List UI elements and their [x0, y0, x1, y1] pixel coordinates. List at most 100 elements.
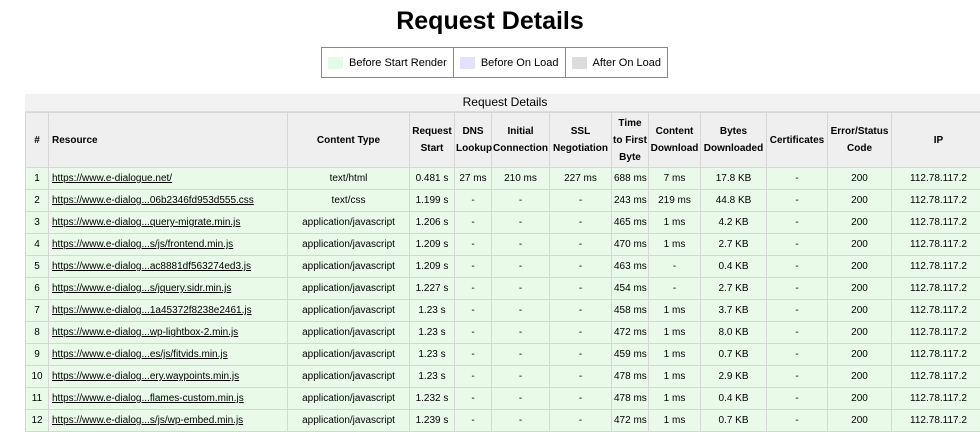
cell-resource: https://www.e-dialog...flames-custom.min…	[49, 388, 288, 410]
cell-content-type: text/html	[288, 168, 410, 190]
legend-label: Before Start Render	[349, 57, 447, 69]
cell-request-start: 1.23 s	[410, 300, 455, 322]
cell-ssl-negotiation: -	[550, 344, 612, 366]
table-row: 1https://www.e-dialogue.net/text/html0.4…	[26, 168, 980, 190]
cell-content-type: application/javascript	[288, 234, 410, 256]
resource-link[interactable]: https://www.e-dialog...06b2346fd953d555.…	[52, 195, 254, 206]
cell-certificates: -	[767, 300, 828, 322]
resource-link[interactable]: https://www.e-dialog...es/js/fitvids.min…	[52, 349, 228, 360]
cell-request-start: 1.239 s	[410, 410, 455, 432]
resource-link[interactable]: https://www.e-dialog...ery.waypoints.min…	[52, 371, 239, 382]
cell-content-type: application/javascript	[288, 388, 410, 410]
column-header-request-start: Request Start	[410, 113, 455, 168]
cell-ssl-negotiation: -	[550, 300, 612, 322]
cell-content-type: application/javascript	[288, 322, 410, 344]
cell-ssl-negotiation: -	[550, 190, 612, 212]
cell-content-type: application/javascript	[288, 410, 410, 432]
cell-content-download: -	[649, 256, 701, 278]
cell-ip: 112.78.117.2	[892, 256, 980, 278]
cell-ssl-negotiation: -	[550, 388, 612, 410]
cell-ip: 112.78.117.2	[892, 234, 980, 256]
cell-content-download: 1 ms	[649, 300, 701, 322]
cell-dns-lookup: -	[455, 234, 492, 256]
resource-link[interactable]: https://www.e-dialog...1a45372f8238e2461…	[52, 305, 252, 316]
cell-ip: 112.78.117.2	[892, 212, 980, 234]
table-row: 7https://www.e-dialog...1a45372f8238e246…	[26, 300, 980, 322]
column-header-bytes-downloaded: Bytes Downloaded	[701, 113, 767, 168]
cell-status-code: 200	[828, 388, 892, 410]
cell-request-start: 1.199 s	[410, 190, 455, 212]
cell-ip: 112.78.117.2	[892, 322, 980, 344]
cell-status-code: 200	[828, 344, 892, 366]
cell-time-to-first-byte: 472 ms	[612, 322, 649, 344]
cell-ssl-negotiation: -	[550, 212, 612, 234]
cell-initial-connection: -	[492, 234, 550, 256]
resource-link[interactable]: https://www.e-dialog...wp-lightbox-2.min…	[52, 327, 238, 338]
cell-time-to-first-byte: 243 ms	[612, 190, 649, 212]
cell-certificates: -	[767, 212, 828, 234]
cell-time-to-first-byte: 458 ms	[612, 300, 649, 322]
cell-initial-connection: -	[492, 212, 550, 234]
cell-bytes-downloaded: 0.7 KB	[701, 410, 767, 432]
cell-status-code: 200	[828, 300, 892, 322]
cell-ip: 112.78.117.2	[892, 366, 980, 388]
cell-status-code: 200	[828, 212, 892, 234]
column-header-initial-connection: Initial Connection	[492, 113, 550, 168]
cell-ip: 112.78.117.2	[892, 410, 980, 432]
cell-time-to-first-byte: 470 ms	[612, 234, 649, 256]
cell-dns-lookup: -	[455, 212, 492, 234]
cell-content-type: text/css	[288, 190, 410, 212]
cell-ssl-negotiation: -	[550, 278, 612, 300]
cell-dns-lookup: 27 ms	[455, 168, 492, 190]
resource-link[interactable]: https://www.e-dialog...s/jquery.sidr.min…	[52, 283, 231, 294]
cell-time-to-first-byte: 688 ms	[612, 168, 649, 190]
cell-bytes-downloaded: 0.4 KB	[701, 388, 767, 410]
cell-initial-connection: -	[492, 190, 550, 212]
cell-resource: https://www.e-dialog...06b2346fd953d555.…	[49, 190, 288, 212]
cell-number: 10	[26, 366, 49, 388]
cell-dns-lookup: -	[455, 256, 492, 278]
cell-status-code: 200	[828, 168, 892, 190]
cell-dns-lookup: -	[455, 344, 492, 366]
resource-link[interactable]: https://www.e-dialog...s/js/wp-embed.min…	[52, 415, 243, 426]
column-header-certificates: Certificates	[767, 113, 828, 168]
cell-content-download: 1 ms	[649, 212, 701, 234]
resource-link[interactable]: https://www.e-dialog...flames-custom.min…	[52, 393, 244, 404]
resource-link[interactable]: https://www.e-dialog...ac8881df563274ed3…	[52, 261, 251, 272]
cell-ip: 112.78.117.2	[892, 388, 980, 410]
cell-content-download: -	[649, 278, 701, 300]
cell-number: 1	[26, 168, 49, 190]
cell-resource: https://www.e-dialog...s/js/wp-embed.min…	[49, 410, 288, 432]
cell-number: 8	[26, 322, 49, 344]
cell-dns-lookup: -	[455, 322, 492, 344]
column-header-resource: Resource	[49, 113, 288, 168]
cell-certificates: -	[767, 234, 828, 256]
cell-ssl-negotiation: -	[550, 234, 612, 256]
cell-initial-connection: -	[492, 300, 550, 322]
cell-ip: 112.78.117.2	[892, 190, 980, 212]
cell-request-start: 0.481 s	[410, 168, 455, 190]
cell-number: 2	[26, 190, 49, 212]
cell-content-download: 1 ms	[649, 366, 701, 388]
cell-status-code: 200	[828, 234, 892, 256]
legend-item-after-on-load: After On Load	[566, 48, 668, 77]
resource-link[interactable]: https://www.e-dialogue.net/	[52, 173, 172, 184]
table-header-row: # Resource Content Type Request Start DN…	[26, 113, 980, 168]
cell-content-download: 1 ms	[649, 234, 701, 256]
cell-initial-connection: -	[492, 366, 550, 388]
cell-certificates: -	[767, 256, 828, 278]
request-details-table: # Resource Content Type Request Start DN…	[25, 112, 980, 432]
cell-ip: 112.78.117.2	[892, 168, 980, 190]
resource-link[interactable]: https://www.e-dialog...query-migrate.min…	[52, 217, 240, 228]
cell-time-to-first-byte: 478 ms	[612, 388, 649, 410]
cell-number: 4	[26, 234, 49, 256]
cell-dns-lookup: -	[455, 278, 492, 300]
cell-status-code: 200	[828, 366, 892, 388]
cell-dns-lookup: -	[455, 190, 492, 212]
cell-content-type: application/javascript	[288, 300, 410, 322]
resource-link[interactable]: https://www.e-dialog...s/js/frontend.min…	[52, 239, 233, 250]
cell-certificates: -	[767, 344, 828, 366]
cell-request-start: 1.23 s	[410, 366, 455, 388]
column-header-content-download: Content Download	[649, 113, 701, 168]
cell-content-download: 1 ms	[649, 410, 701, 432]
